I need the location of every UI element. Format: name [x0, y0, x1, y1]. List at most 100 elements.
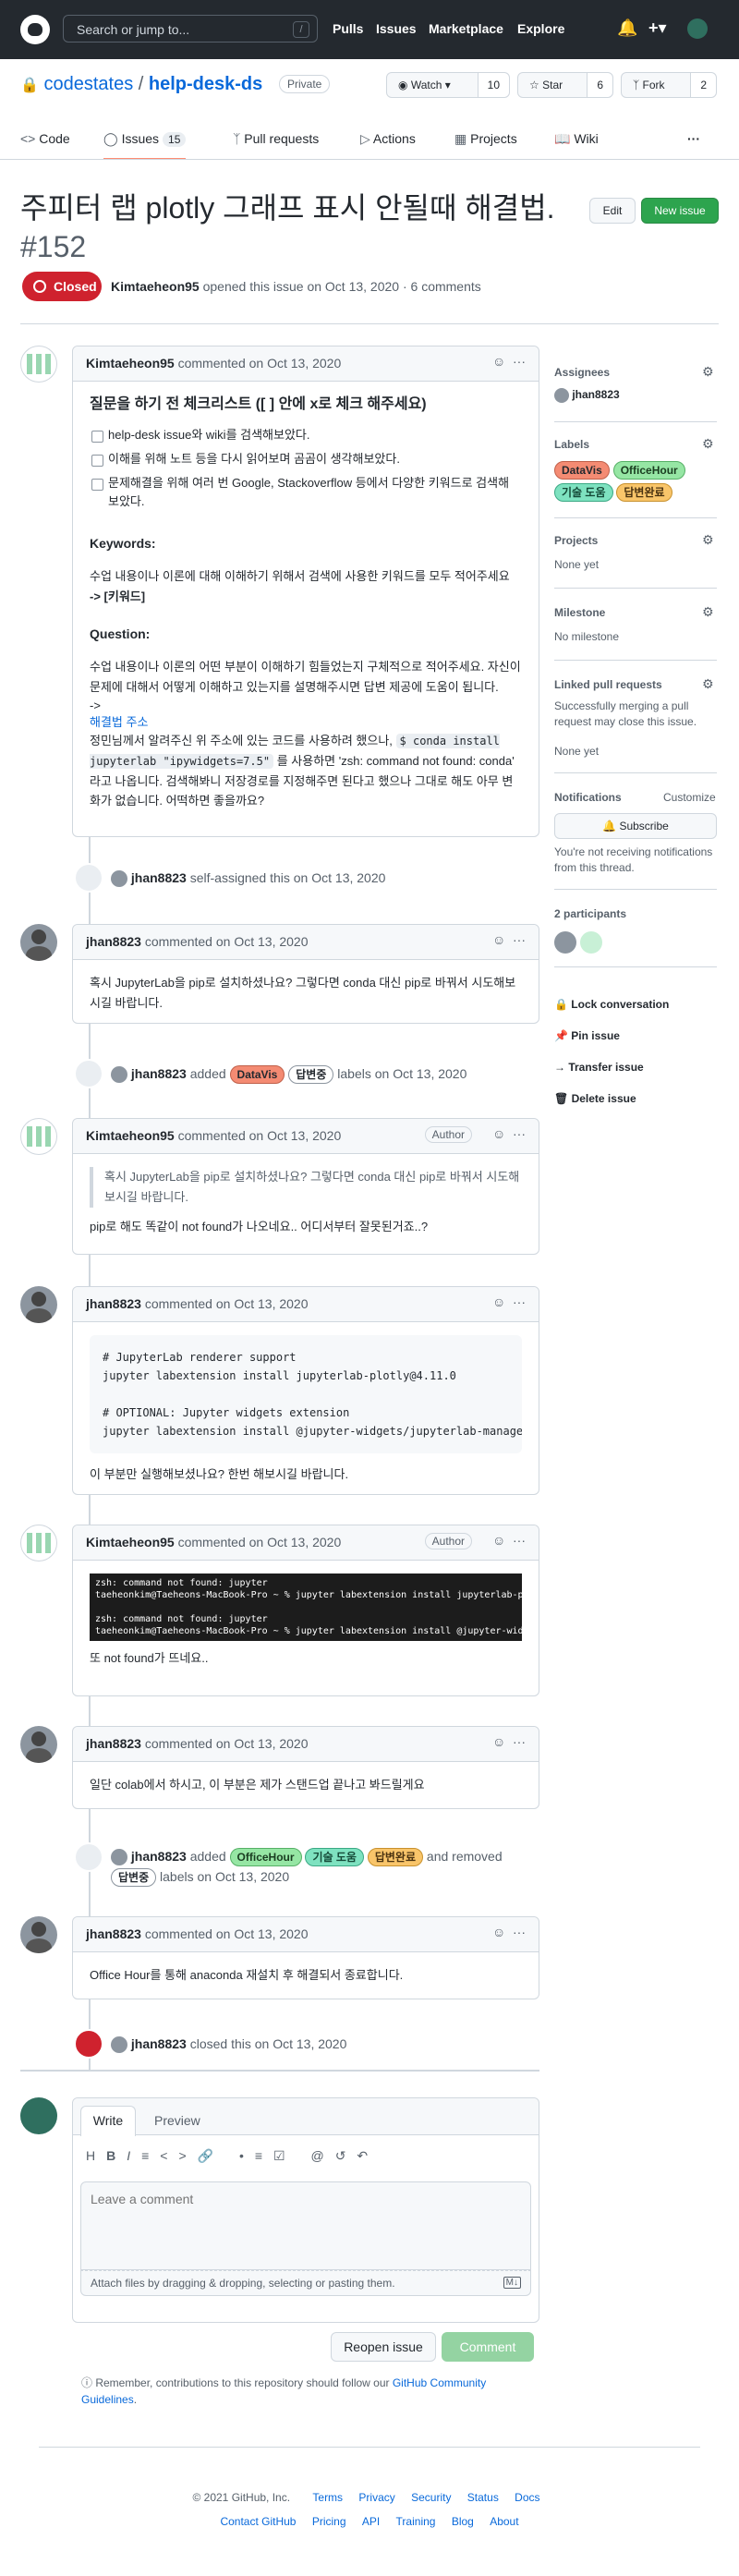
- footer-link[interactable]: Pricing: [312, 2515, 346, 2528]
- watch-button[interactable]: ◉ Watch ▾ 10: [386, 72, 510, 98]
- sidebar-assignees-heading[interactable]: Assignees: [554, 366, 610, 379]
- comment-author[interactable]: Kimtaeheon95: [86, 1535, 175, 1549]
- comment-author[interactable]: Kimtaeheon95: [86, 1128, 175, 1143]
- checklist-item[interactable]: 이해를 위해 노트 등을 다시 읽어보며 곰곰이 생각해보았다.: [90, 450, 522, 468]
- issue-author-link[interactable]: Kimtaeheon95: [111, 279, 200, 294]
- comment-author[interactable]: Kimtaeheon95: [86, 356, 175, 371]
- edit-button[interactable]: Edit: [589, 198, 636, 224]
- footer-link[interactable]: Training: [396, 2515, 436, 2528]
- avatar[interactable]: [20, 1286, 57, 1323]
- pin-issue-button[interactable]: 📌 Pin issue: [554, 1020, 669, 1051]
- avatar[interactable]: [20, 924, 57, 961]
- footer-link[interactable]: Privacy: [358, 2491, 394, 2504]
- gear-icon[interactable]: ⚙: [702, 532, 714, 548]
- sidebar-labels-heading[interactable]: Labels: [554, 438, 589, 451]
- event-user[interactable]: jhan8823: [131, 870, 187, 885]
- label-officehour[interactable]: OfficeHour: [612, 461, 685, 480]
- star-button[interactable]: ☆ Star 6: [517, 72, 613, 98]
- label-tech-help[interactable]: 기술 도움: [305, 1848, 364, 1866]
- event-user[interactable]: jhan8823: [131, 2036, 187, 2051]
- comment-tools[interactable]: ☺ ···: [492, 1925, 526, 1939]
- gear-icon[interactable]: ⚙: [702, 436, 714, 452]
- tab-projects[interactable]: ▦ Projects: [454, 131, 517, 147]
- new-issue-button[interactable]: New issue: [641, 198, 719, 224]
- more-icon[interactable]: ···: [687, 131, 700, 146]
- footer-link[interactable]: Docs: [515, 2491, 539, 2504]
- avatar[interactable]: [111, 2036, 127, 2054]
- footer-link[interactable]: Status: [467, 2491, 499, 2504]
- footer-link[interactable]: Terms: [312, 2491, 343, 2504]
- lock-conversation-button[interactable]: 🔒 Lock conversation: [554, 989, 669, 1020]
- bell-icon[interactable]: 🔔: [617, 18, 637, 38]
- checklist-item[interactable]: help-desk issue와 wiki를 검색해보았다.: [90, 426, 522, 444]
- nav-explore[interactable]: Explore: [517, 21, 564, 36]
- comment-tools[interactable]: ☺ ···: [492, 1533, 526, 1548]
- comment-author[interactable]: jhan8823: [86, 934, 141, 949]
- delete-issue-button[interactable]: 🗑 Delete issue: [554, 1083, 669, 1114]
- sidebar-projects-heading[interactable]: Projects: [554, 534, 598, 547]
- avatar[interactable]: [579, 931, 602, 954]
- search-input[interactable]: Search or jump to... /: [63, 15, 318, 43]
- label-answered[interactable]: 답변완료: [367, 1848, 424, 1866]
- comment-tools[interactable]: ☺ ···: [492, 1734, 526, 1749]
- nav-pulls[interactable]: Pulls: [333, 21, 363, 36]
- plus-icon[interactable]: +▾: [648, 18, 667, 38]
- github-logo-icon[interactable]: [20, 15, 50, 44]
- comment-author[interactable]: jhan8823: [86, 1296, 141, 1311]
- repo-owner-link[interactable]: codestates: [43, 74, 133, 94]
- comment-author[interactable]: jhan8823: [86, 1926, 141, 1941]
- comment-tools[interactable]: ☺ ···: [492, 932, 526, 947]
- label-answering[interactable]: 답변중: [288, 1065, 334, 1084]
- label-answered[interactable]: 답변완료: [616, 483, 672, 502]
- label-officehour[interactable]: OfficeHour: [229, 1848, 302, 1866]
- comment-tools[interactable]: ☺ ···: [492, 1126, 526, 1141]
- avatar-menu-icon[interactable]: [687, 18, 708, 39]
- sidebar-linked-heading[interactable]: Linked pull requests: [554, 678, 662, 691]
- comment-textarea[interactable]: [80, 2181, 531, 2270]
- watch-count[interactable]: 10: [477, 73, 509, 97]
- nav-marketplace[interactable]: Marketplace: [429, 21, 503, 36]
- footer-link[interactable]: About: [490, 2515, 518, 2528]
- solution-link[interactable]: 해결법 주소: [90, 714, 522, 731]
- customize-link[interactable]: Customize: [663, 791, 716, 804]
- tab-actions[interactable]: ▷ Actions: [360, 131, 416, 147]
- fork-count[interactable]: 2: [690, 73, 716, 97]
- fork-button[interactable]: ᛉ Fork 2: [621, 72, 717, 98]
- avatar[interactable]: [111, 1066, 127, 1084]
- event-user[interactable]: jhan8823: [131, 1066, 187, 1081]
- event-user[interactable]: jhan8823: [131, 1849, 187, 1864]
- assignee[interactable]: jhan8823: [554, 388, 620, 403]
- footer-link[interactable]: API: [362, 2515, 380, 2528]
- gear-icon[interactable]: ⚙: [702, 604, 714, 620]
- tab-code[interactable]: <> Code: [20, 131, 70, 146]
- reopen-issue-button[interactable]: Reopen issue: [331, 2332, 436, 2362]
- footer-link[interactable]: Blog: [452, 2515, 474, 2528]
- comment-author[interactable]: jhan8823: [86, 1736, 141, 1751]
- sidebar-milestone-heading[interactable]: Milestone: [554, 606, 605, 619]
- avatar[interactable]: [20, 1525, 57, 1561]
- star-count[interactable]: 6: [587, 73, 612, 97]
- avatar[interactable]: [554, 931, 576, 954]
- label-answering[interactable]: 답변중: [111, 1868, 157, 1887]
- transfer-issue-button[interactable]: → Transfer issue: [554, 1051, 669, 1083]
- subscribe-button[interactable]: 🔔 Subscribe: [554, 813, 717, 839]
- markdown-toolbar[interactable]: HBI≡<>🔗 •≡☑ @↺↶: [86, 2148, 379, 2164]
- tab-issues[interactable]: ◯ Issues 15: [103, 131, 187, 160]
- avatar[interactable]: [20, 346, 57, 383]
- nav-issues[interactable]: Issues: [376, 21, 417, 36]
- label-datavis[interactable]: DataVis: [554, 461, 610, 480]
- avatar[interactable]: [20, 1118, 57, 1155]
- gear-icon[interactable]: ⚙: [702, 676, 714, 692]
- tab-wiki[interactable]: 📖 Wiki: [554, 131, 599, 147]
- avatar[interactable]: [111, 1849, 127, 1866]
- avatar[interactable]: [20, 2097, 57, 2134]
- avatar[interactable]: [20, 1726, 57, 1763]
- gear-icon[interactable]: ⚙: [702, 364, 714, 380]
- tab-preview[interactable]: Preview: [154, 2113, 200, 2128]
- footer-link[interactable]: Contact GitHub: [220, 2515, 296, 2528]
- label-tech-help[interactable]: 기술 도움: [554, 483, 613, 502]
- tab-write[interactable]: Write: [80, 2106, 136, 2136]
- avatar[interactable]: [20, 1916, 57, 1953]
- comment-button[interactable]: Comment: [442, 2332, 534, 2362]
- checklist-item[interactable]: 문제해결을 위해 여러 번 Google, Stackoverflow 등에서 …: [90, 474, 522, 511]
